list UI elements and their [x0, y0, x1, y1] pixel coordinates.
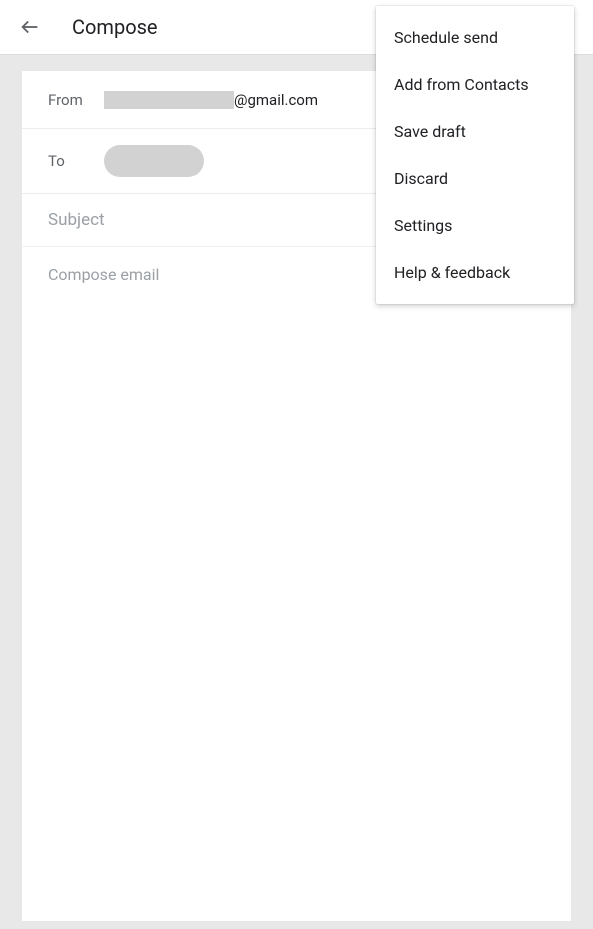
menu-settings[interactable]: Settings [376, 202, 574, 249]
body-field-row [22, 247, 571, 687]
to-label: To [48, 152, 104, 170]
page-title: Compose [72, 15, 158, 39]
menu-help-feedback[interactable]: Help & feedback [376, 249, 574, 296]
from-suffix: @gmail.com [234, 91, 318, 109]
back-button[interactable] [18, 15, 42, 39]
menu-save-draft[interactable]: Save draft [376, 108, 574, 155]
from-value: @gmail.com [104, 91, 318, 109]
overflow-menu: Schedule send Add from Contacts Save dra… [376, 6, 574, 304]
menu-add-from-contacts[interactable]: Add from Contacts [376, 61, 574, 108]
compose-body-input[interactable] [48, 265, 545, 665]
from-redacted [104, 91, 234, 109]
to-value [104, 145, 204, 177]
menu-discard[interactable]: Discard [376, 155, 574, 202]
menu-schedule-send[interactable]: Schedule send [376, 14, 574, 61]
arrow-left-icon [19, 16, 41, 38]
from-label: From [48, 91, 104, 109]
recipient-chip[interactable] [104, 145, 204, 177]
